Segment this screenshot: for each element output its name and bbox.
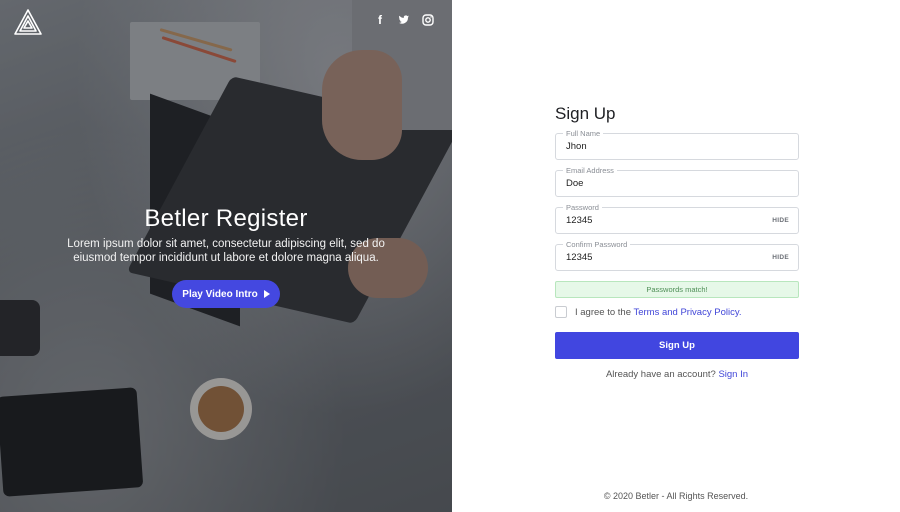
terms-text: I agree to the Terms and Privacy Policy. — [575, 307, 742, 318]
confirm-password-field[interactable]: Confirm Password HIDE — [555, 240, 799, 271]
facebook-icon[interactable]: f — [374, 14, 386, 26]
full-name-input[interactable] — [566, 141, 756, 152]
hero-description: Lorem ipsum dolor sit amet, consectetur … — [67, 238, 385, 264]
hero-title: Betler Register — [144, 205, 308, 232]
sign-up-button[interactable]: Sign Up — [555, 332, 799, 359]
terms-link[interactable]: Terms and Privacy Policy. — [633, 307, 741, 318]
form-title: Sign Up — [555, 104, 616, 123]
email-input[interactable] — [566, 178, 756, 189]
field-label: Full Name — [563, 129, 604, 138]
confirm-password-input[interactable] — [566, 252, 756, 263]
terms-prefix: I agree to the — [575, 306, 631, 318]
already-account-text: Already have an account? — [605, 369, 716, 380]
password-field[interactable]: Password HIDE — [555, 203, 799, 234]
play-video-button[interactable]: Play Video Intro — [172, 280, 280, 308]
field-label: Confirm Password — [563, 240, 631, 249]
password-match-message: Passwords match! — [555, 281, 799, 298]
signup-form: Sign Up Full Name Email Address Password… — [555, 104, 799, 380]
instagram-icon[interactable] — [422, 14, 434, 26]
logo-icon[interactable] — [13, 8, 43, 36]
hide-password-toggle[interactable]: HIDE — [772, 217, 789, 224]
twitter-icon[interactable] — [398, 14, 410, 26]
play-icon — [263, 290, 270, 298]
play-video-label: Play Video Intro — [182, 288, 258, 300]
password-input[interactable] — [566, 215, 756, 226]
field-label: Password — [563, 203, 602, 212]
terms-agreement: I agree to the Terms and Privacy Policy. — [555, 306, 799, 318]
field-label: Email Address — [563, 166, 617, 175]
hide-confirm-password-toggle[interactable]: HIDE — [772, 254, 789, 261]
signin-prompt: Already have an account? Sign In — [555, 369, 799, 380]
social-links: f — [374, 14, 434, 26]
sign-in-link[interactable]: Sign In — [718, 369, 748, 380]
footer-copyright: © 2020 Betler - All Rights Reserved. — [603, 491, 749, 501]
hero-panel: f Betler Register Lorem ipsum dolor sit … — [0, 0, 452, 512]
email-field[interactable]: Email Address — [555, 166, 799, 197]
full-name-field[interactable]: Full Name — [555, 129, 799, 160]
terms-checkbox[interactable] — [555, 306, 567, 318]
